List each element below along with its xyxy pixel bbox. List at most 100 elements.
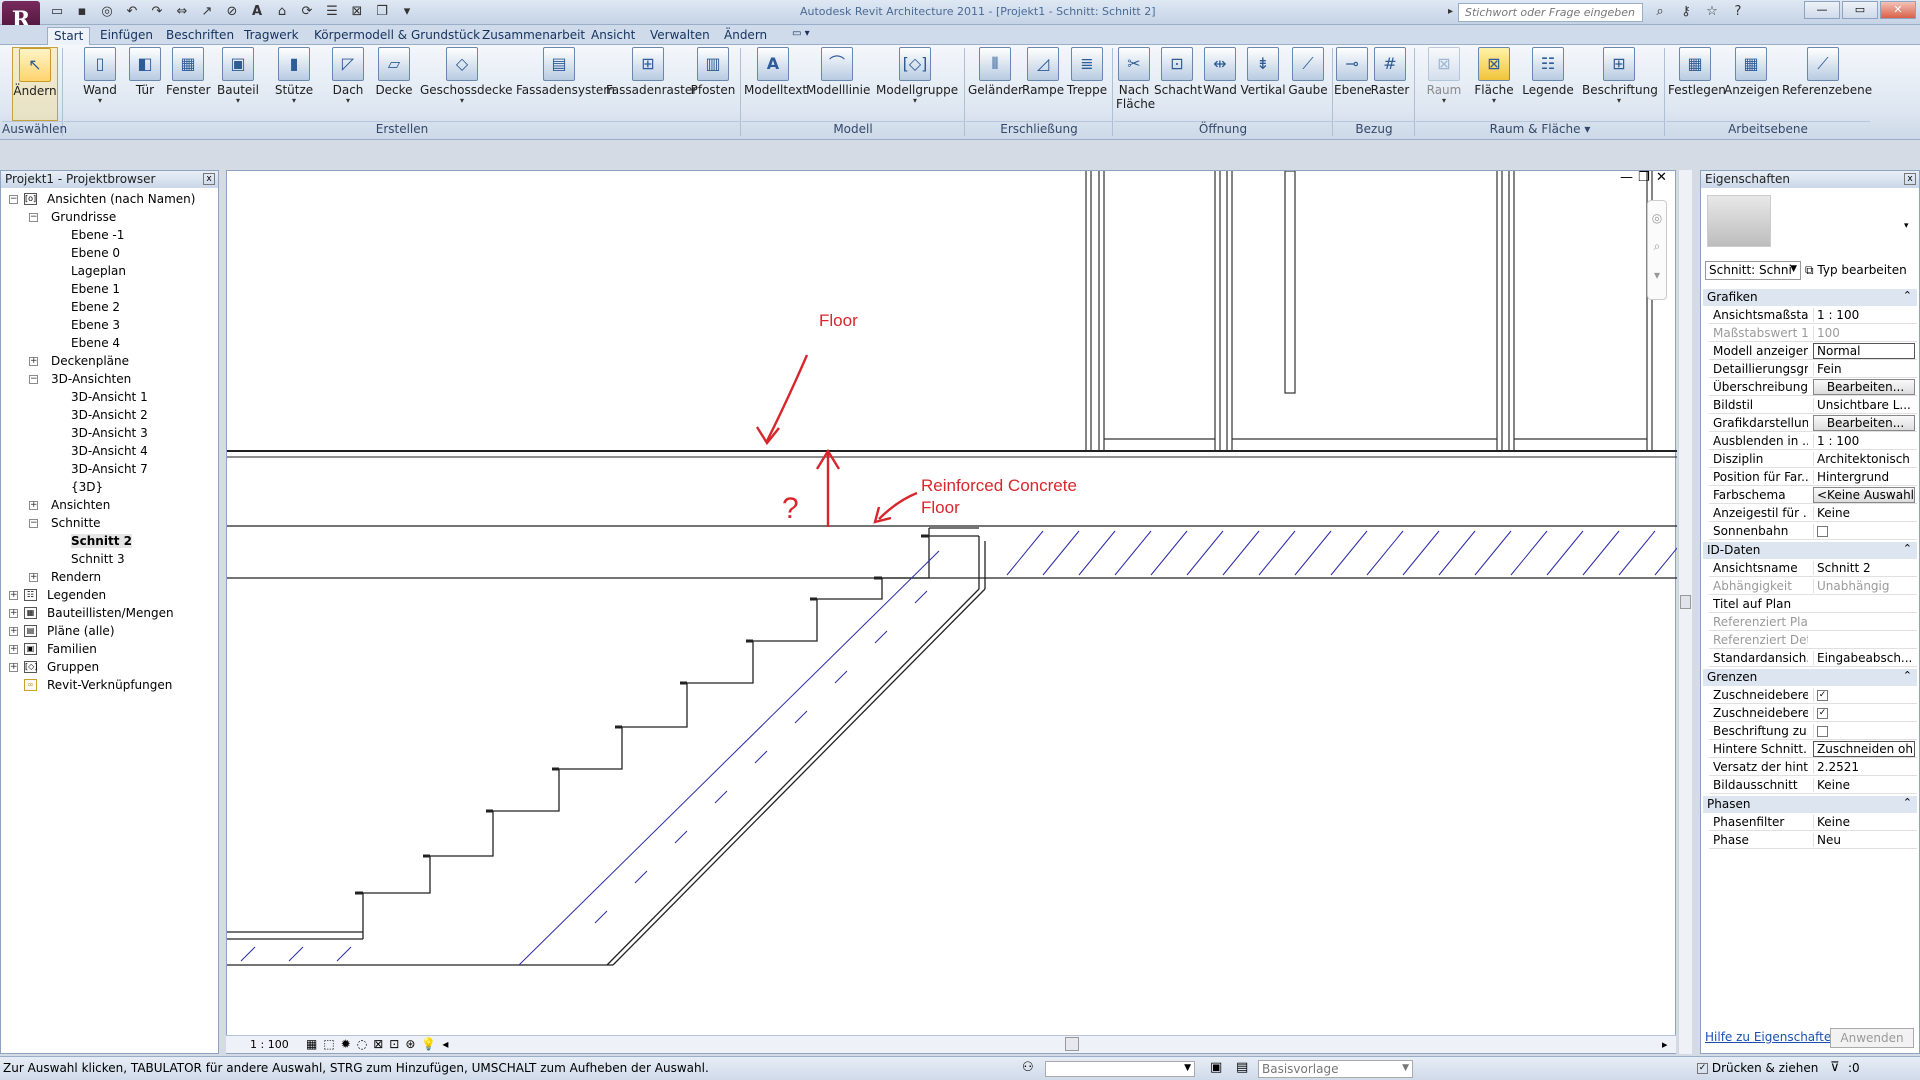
curtain-system-button[interactable]: ▤ Fassadensystem [516, 47, 615, 97]
measure-icon[interactable]: ⇔ [171, 3, 193, 21]
shaft-button[interactable]: ⊡ Schacht [1154, 47, 1202, 97]
by-face-button[interactable]: ✂ Nach Fläche [1116, 47, 1155, 111]
tree-item[interactable]: {3D} [71, 480, 103, 494]
horizontal-scroll-thumb[interactable] [1065, 1037, 1079, 1051]
tree-item[interactable]: Pläne (alle) [47, 624, 115, 638]
set-workplane-button[interactable]: ▦ Festlegen [1668, 47, 1726, 97]
prop-row[interactable]: Grafikdarstellun...Bearbeiten... [1709, 415, 1917, 432]
tree-item[interactable]: Ebene -1 [71, 228, 124, 242]
curtain-grid-button[interactable]: ⊞ Fassadenraster [606, 47, 697, 97]
editing-requests-icon[interactable]: ▣ [1210, 1060, 1222, 1075]
vertical-scrollbar[interactable] [1678, 170, 1692, 1054]
tree-item[interactable]: Revit-Verknüpfungen [47, 678, 172, 692]
expand-icon[interactable]: + [9, 645, 18, 654]
type-selector[interactable]: Schnitt: Schni ▼ [1705, 261, 1801, 280]
zoom-icon[interactable]: ⌕ [1648, 239, 1666, 254]
prop-row[interactable]: Phasenfilter Keine [1709, 814, 1917, 831]
close-icon[interactable]: x [1904, 173, 1916, 185]
help-icon[interactable]: ? [1728, 3, 1748, 21]
prop-row[interactable]: Zuschneidebere...✓ [1709, 687, 1917, 704]
prop-row[interactable]: Position für Far... Hintergrund [1709, 469, 1917, 486]
modify-button[interactable]: ↖ Ändern [12, 47, 58, 121]
legend-button[interactable]: ☷ Legende [1520, 47, 1576, 97]
prop-row[interactable]: Disziplin Architektonisch [1709, 451, 1917, 468]
tab-tragwerk[interactable]: Tragwerk [238, 27, 305, 43]
tree-item[interactable]: Gruppen [47, 660, 99, 674]
tree-item[interactable]: 3D-Ansicht 7 [71, 462, 148, 476]
expand-icon[interactable]: + [9, 591, 18, 600]
sun-path-icon[interactable]: ✹ [341, 1037, 351, 1051]
close-button[interactable]: ✕ [1880, 1, 1916, 19]
tree-item[interactable]: Rendern [51, 570, 101, 584]
maximize-button[interactable]: ▭ [1842, 1, 1878, 19]
press-drag-checkbox[interactable]: ✓ [1697, 1063, 1708, 1074]
ceiling-button[interactable]: ▱ Decke [374, 47, 414, 97]
tree-item[interactable]: Ansichten (nach Namen) [47, 192, 195, 206]
default-3d-icon[interactable]: ⌂ [271, 3, 293, 21]
steering-wheel-icon[interactable]: ◎ [1648, 211, 1666, 225]
color-scheme-button[interactable]: <Keine Auswahl> [1813, 487, 1915, 503]
model-line-button[interactable]: ⌒ Modelllinie [806, 47, 870, 97]
expand-icon[interactable]: + [9, 627, 18, 636]
tree-item[interactable]: Grundrisse [51, 210, 116, 224]
edit-graphics-button[interactable]: Bearbeiten... [1813, 415, 1915, 431]
model-text-button[interactable]: A Modelltext [744, 47, 807, 97]
close-icon[interactable]: x [203, 173, 215, 185]
expand-icon[interactable]: + [29, 573, 38, 582]
chevron-down-icon[interactable]: ▾ [1904, 221, 1909, 231]
tree-item[interactable]: Ansichten [51, 498, 110, 512]
worksets-icon[interactable]: ⚇ [1022, 1060, 1034, 1075]
prop-row[interactable]: Bildausschnitt Keine [1709, 777, 1917, 794]
prop-row[interactable]: Modell anzeigen Normal [1709, 343, 1917, 360]
wall-opening-button[interactable]: ⇹ Wand [1202, 47, 1238, 97]
minimize-button[interactable]: — [1804, 1, 1840, 19]
prop-row[interactable]: Überschreibung...Bearbeiten... [1709, 379, 1917, 396]
collapse-icon[interactable]: − [29, 519, 38, 528]
edit-type-button[interactable]: ⧉ Typ bearbeiten [1805, 263, 1907, 278]
floor-button[interactable]: ◇ Geschossdecke ▾ [420, 47, 512, 105]
prop-row[interactable]: Anzeigestil für ... Keine [1709, 505, 1917, 522]
tree-item[interactable]: Ebene 4 [71, 336, 120, 350]
prop-row[interactable]: Detaillierungsgr...Fein [1709, 361, 1917, 378]
tree-item[interactable]: Ebene 3 [71, 318, 120, 332]
door-button[interactable]: ◧ Tür [128, 47, 162, 97]
wall-button[interactable]: ▯ Wand ▾ [78, 47, 122, 105]
workset-dropdown[interactable]: ▼ [1045, 1061, 1195, 1077]
group-grenzen[interactable]: Grenzen ⌃ [1703, 669, 1917, 686]
tree-item[interactable]: 3D-Ansicht 4 [71, 444, 148, 458]
temp-hide-icon[interactable]: ⊛ [405, 1037, 415, 1051]
view-scale[interactable]: 1 : 100 [250, 1038, 289, 1051]
prop-row[interactable]: Ansichtsname Schnitt 2 [1709, 560, 1917, 577]
sun-path-checkbox[interactable] [1817, 526, 1828, 537]
tab-ansicht[interactable]: Ansicht [585, 27, 641, 43]
tree-item[interactable]: 3D-Ansichten [51, 372, 131, 386]
prop-row[interactable]: Hintere Schnitt...Zuschneiden ohne [1709, 741, 1917, 758]
crop-view-icon[interactable]: ⊠ [373, 1037, 383, 1051]
search-input[interactable]: Stichwort oder Frage eingeben [1458, 3, 1643, 22]
key-icon[interactable]: ⚷ [1676, 3, 1696, 21]
tree-item[interactable]: Deckenpläne [51, 354, 129, 368]
section-drawing[interactable]: Floor ? Reinforced Concrete Floor [227, 171, 1677, 1035]
collapse-icon[interactable]: − [29, 213, 38, 222]
prop-row[interactable]: Ausblenden in ... 1 : 100 [1709, 433, 1917, 450]
shadows-icon[interactable]: ◌ [357, 1037, 367, 1051]
text-icon[interactable]: A [246, 3, 268, 21]
room-button[interactable]: ⊠ Raum ▾ [1422, 47, 1466, 105]
expand-icon[interactable]: + [9, 663, 18, 672]
prop-row[interactable]: Phase Neu [1709, 832, 1917, 849]
tree-item[interactable]: Legenden [47, 588, 106, 602]
expand-icon[interactable]: + [9, 609, 18, 618]
tree-item[interactable]: 3D-Ansicht 2 [71, 408, 148, 422]
railing-button[interactable]: ⫴ Geländer [968, 47, 1023, 97]
stair-button[interactable]: ≣ Treppe [1066, 47, 1108, 97]
design-options-icon[interactable]: ▤ [1236, 1060, 1248, 1075]
reveal-hidden-icon[interactable]: 💡 [421, 1037, 436, 1051]
tree-item[interactable]: Schnitte [51, 516, 101, 530]
tree-item[interactable]: Ebene 2 [71, 300, 120, 314]
scroll-left-icon[interactable]: ◂ [442, 1037, 448, 1051]
panel-raum-flaeche[interactable]: Raum & Fläche ▾ [1416, 121, 1664, 139]
close-view-icon[interactable]: ✕ [1656, 170, 1667, 185]
chevron-right-icon[interactable]: ▸ [1448, 6, 1453, 17]
prop-row[interactable]: Bildstil Unsichtbare L... [1709, 397, 1917, 414]
tree-item[interactable]: Ebene 0 [71, 246, 120, 260]
